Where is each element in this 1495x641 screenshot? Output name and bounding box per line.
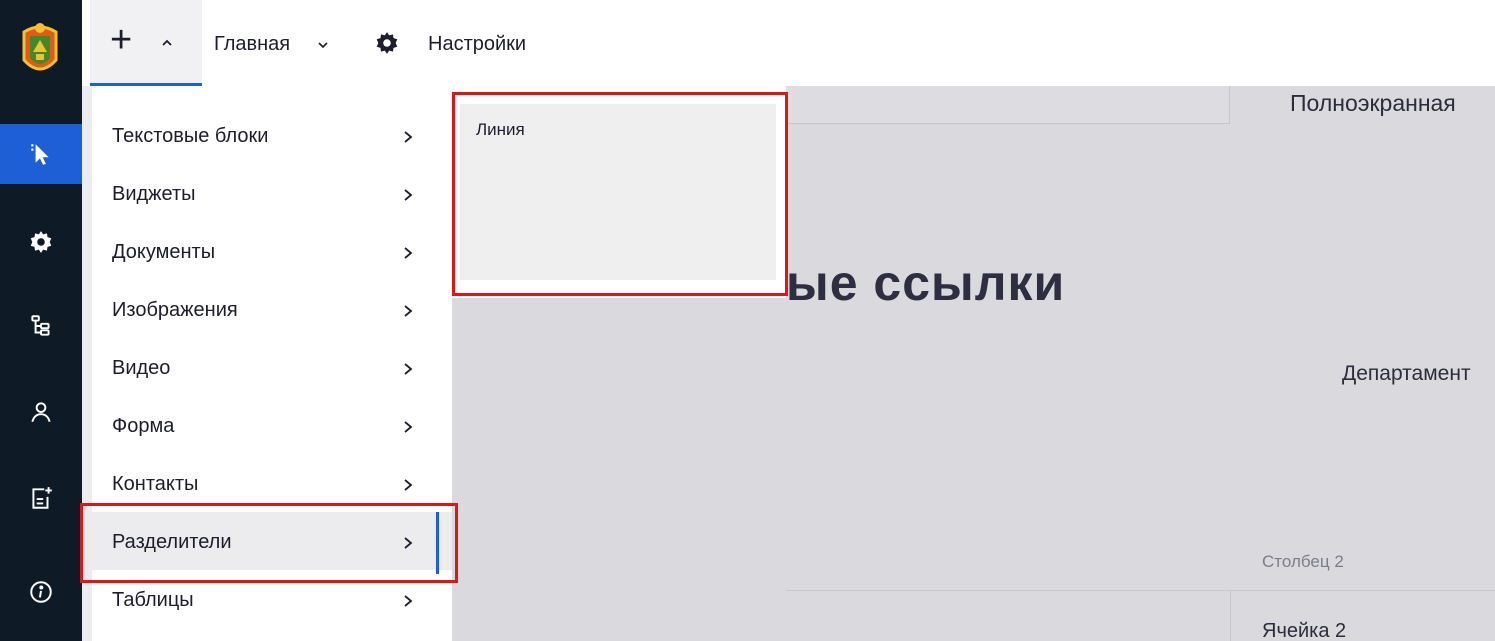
page-heading-fragment: ые ссылки — [786, 255, 1066, 311]
info-icon — [30, 581, 52, 603]
home-menu-button[interactable]: Главная — [214, 30, 290, 58]
menu-item-label: Таблицы — [112, 589, 194, 611]
chevron-right-icon — [404, 305, 413, 317]
chevron-right-icon — [404, 421, 413, 433]
annotation-box-dividers — [80, 503, 458, 583]
add-block-button[interactable]: + — [90, 0, 202, 86]
menu-item-images[interactable]: Изображения — [92, 280, 452, 338]
settings-gear-icon[interactable] — [374, 30, 400, 56]
toolbar: + Главная Настройки — [82, 0, 1495, 86]
chevron-right-icon — [404, 131, 413, 143]
coat-of-arms-icon[interactable] — [16, 18, 64, 82]
settings-button[interactable]: Настройки — [428, 30, 526, 58]
menu-item-label: Виджеты — [112, 183, 196, 205]
plus-icon: + — [110, 19, 133, 61]
user-icon — [31, 402, 51, 423]
menu-item-text-blocks[interactable]: Текстовые блоки — [92, 106, 452, 164]
menu-item-label: Изображения — [112, 299, 238, 321]
chevron-right-icon — [404, 189, 413, 201]
sidebar-item-info[interactable] — [0, 562, 82, 622]
chevron-right-icon — [404, 479, 413, 491]
chevron-right-icon — [404, 363, 413, 375]
background-input — [786, 86, 1230, 124]
fullscreen-label: Полноэкранная — [1290, 90, 1456, 116]
department-label: Департамент — [1342, 362, 1471, 385]
table-column-divider — [1230, 590, 1231, 641]
sidebar-item-users[interactable] — [0, 382, 82, 442]
table-column-header: Столбец 2 — [1262, 552, 1344, 571]
pointer-icon — [31, 144, 49, 165]
chevron-down-icon[interactable] — [316, 38, 330, 52]
menu-item-label: Форма — [112, 415, 175, 437]
tree-icon — [31, 315, 50, 336]
table-divider — [786, 590, 1495, 591]
menu-item-label: Документы — [112, 241, 216, 263]
annotation-box-submenu — [452, 92, 788, 296]
menu-item-label: Текстовые блоки — [112, 125, 269, 147]
menu-item-form[interactable]: Форма — [92, 396, 452, 454]
chevron-right-icon — [404, 247, 413, 259]
sidebar-item-structure[interactable] — [0, 296, 82, 356]
menu-item-documents[interactable]: Документы — [92, 222, 452, 280]
gear-icon — [30, 231, 52, 253]
menu-item-video[interactable]: Видео — [92, 338, 452, 396]
menu-item-label: Контакты — [112, 473, 199, 495]
sidebar — [0, 0, 82, 641]
chevron-right-icon — [404, 595, 413, 607]
chevron-up-icon — [162, 39, 172, 46]
sidebar-item-settings[interactable] — [0, 212, 82, 272]
table-cell: Ячейка 2 — [1262, 620, 1347, 641]
sidebar-item-add-page[interactable] — [0, 468, 82, 528]
sidebar-item-select[interactable] — [0, 124, 82, 184]
add-page-icon — [32, 487, 52, 509]
menu-item-widgets[interactable]: Виджеты — [92, 164, 452, 222]
menu-item-label: Видео — [112, 357, 171, 379]
